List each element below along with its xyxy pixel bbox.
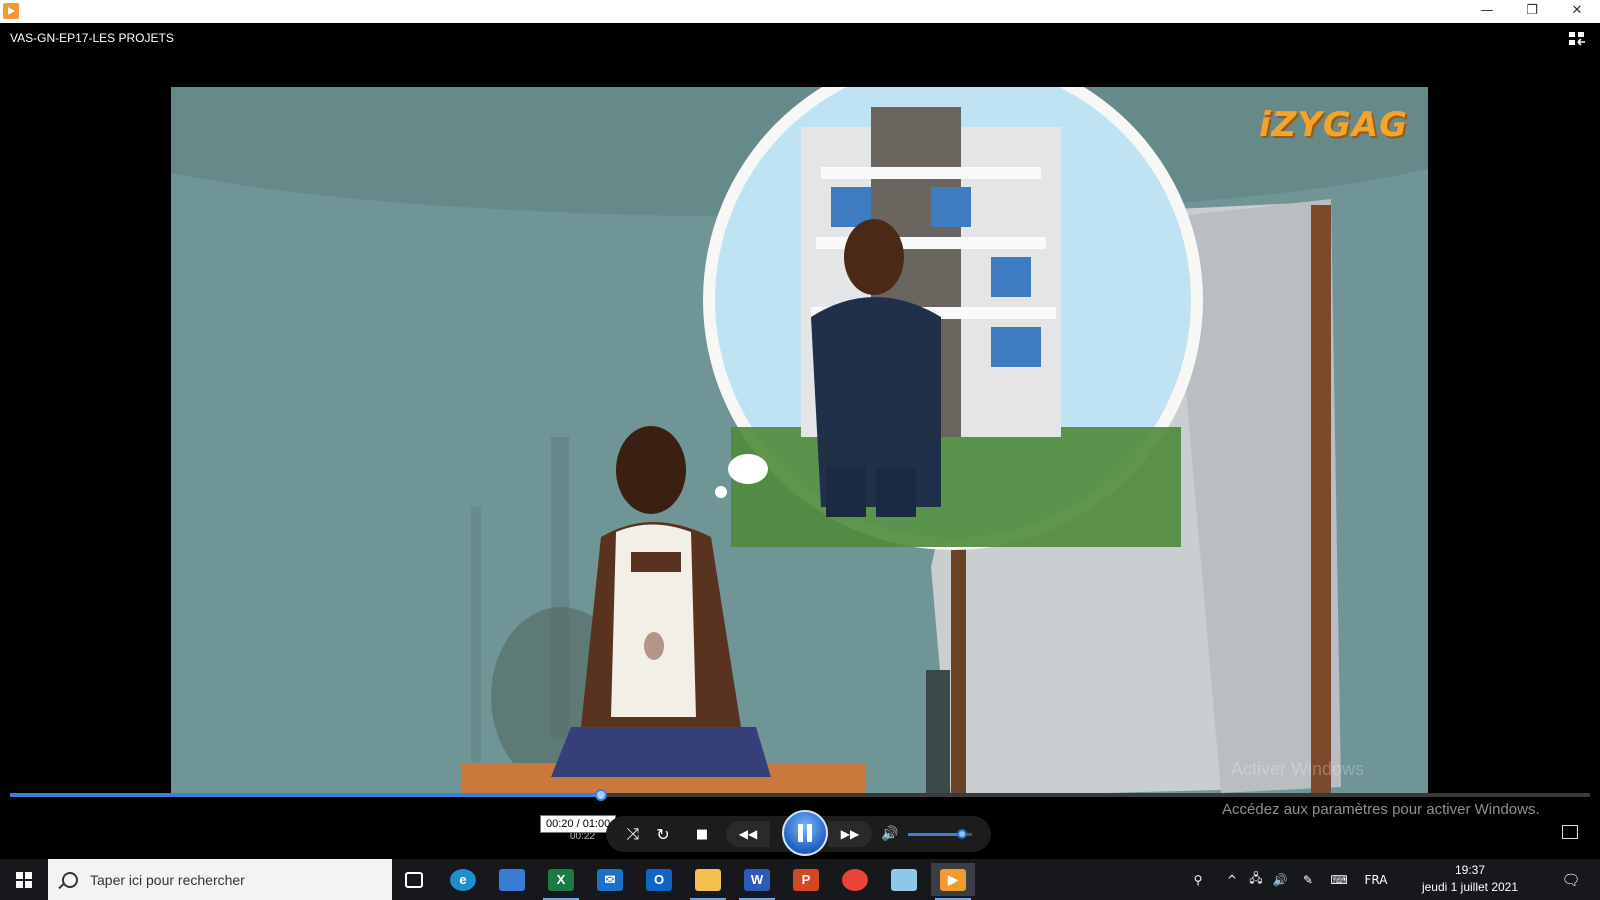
taskbar-word-icon[interactable]: W: [735, 863, 779, 900]
taskbar-edge-icon[interactable]: e: [441, 863, 485, 896]
video-frame[interactable]: iZYGAG Activer Windows: [171, 87, 1428, 797]
taskbar-search-box[interactable]: Taper ici pour rechercher: [48, 859, 392, 900]
video-scene: [171, 87, 1428, 797]
next-button[interactable]: ▶▶: [828, 821, 872, 847]
taskbar-clock[interactable]: 19:37 jeudi 1 juillet 2021: [1406, 862, 1534, 896]
pen-workspace-icon[interactable]: ✎: [1298, 859, 1318, 900]
previous-button[interactable]: ◀◀: [726, 821, 770, 847]
seek-bar[interactable]: [10, 789, 1590, 801]
taskbar-edge-glyph: e: [450, 868, 476, 891]
shuffle-button[interactable]: ⤨: [620, 816, 646, 852]
taskbar-task-view-icon[interactable]: [392, 863, 436, 896]
volume-level: [908, 833, 963, 836]
restore-button[interactable]: ❐: [1509, 0, 1555, 23]
clock-date: jeudi 1 juillet 2021: [1421, 880, 1519, 894]
volume-slider[interactable]: [908, 829, 972, 839]
channel-logo: iZYGAG: [1259, 105, 1409, 145]
network-icon[interactable]: 🖧: [1246, 859, 1266, 900]
taskbar-outlook-icon[interactable]: O: [637, 863, 681, 896]
taskbar-app-blue-icon[interactable]: [882, 863, 926, 896]
windows-activation-text: Accédez aux paramètres pour activer Wind…: [1222, 801, 1540, 818]
taskbar-chrome-icon[interactable]: [833, 863, 877, 896]
mute-button[interactable]: 🔊: [876, 816, 904, 852]
windows-logo-icon: [16, 871, 32, 888]
volume-tray-icon[interactable]: 🔊: [1270, 859, 1290, 900]
media-player: VAS-GN-EP17-LES PROJETS iZYGAG Activer W…: [0, 23, 1600, 859]
taskbar-powerpoint-glyph: P: [793, 868, 819, 891]
repeat-button[interactable]: ↻: [650, 816, 676, 852]
windows-taskbar: Taper ici pour rechercher e X ✉ O W P ▶ ⚲ ^ 🖧 …: [0, 859, 1600, 900]
seek-thumb[interactable]: [594, 789, 607, 801]
switch-to-now-playing-icon[interactable]: [1562, 825, 1578, 839]
switch-to-library-icon[interactable]: [1568, 31, 1586, 47]
start-button[interactable]: [0, 859, 48, 900]
seek-progress: [10, 793, 601, 797]
show-hidden-icons-chevron-icon[interactable]: ^: [1222, 859, 1242, 900]
clock-time: 19:37: [1454, 863, 1486, 877]
taskbar-media-player-icon[interactable]: ▶: [931, 863, 975, 900]
taskbar-outlook-glyph: O: [646, 868, 672, 891]
taskbar-excel-glyph: X: [548, 868, 574, 891]
taskbar-mail-icon[interactable]: ✉: [588, 863, 632, 896]
taskbar-store-icon[interactable]: [490, 863, 534, 896]
taskbar-word-glyph: W: [744, 868, 770, 891]
playback-controls: ⤨ ↻ ■ ◀◀ ▶▶ 🔊: [606, 810, 991, 856]
search-placeholder: Taper ici pour rechercher: [90, 871, 245, 888]
volume-thumb[interactable]: [957, 829, 968, 839]
taskbar-mail-glyph: ✉: [597, 868, 623, 891]
window-titlebar: — ❐ ✕: [0, 0, 1600, 23]
people-icon[interactable]: ⚲: [1184, 859, 1212, 900]
pause-button[interactable]: [782, 810, 828, 856]
taskbar-task-view-glyph: [405, 871, 423, 888]
action-center-icon[interactable]: 🗨: [1556, 859, 1586, 900]
taskbar-file-explorer-icon[interactable]: [686, 863, 730, 900]
taskbar-app-blue-glyph: [891, 868, 917, 891]
minimize-button[interactable]: —: [1464, 0, 1510, 23]
video-title: VAS-GN-EP17-LES PROJETS: [10, 31, 174, 45]
close-button[interactable]: ✕: [1554, 0, 1600, 23]
taskbar-chrome-glyph: [842, 868, 868, 891]
input-language[interactable]: FRA: [1360, 859, 1392, 900]
stop-button[interactable]: ■: [688, 816, 716, 852]
taskbar-excel-icon[interactable]: X: [539, 863, 583, 900]
taskbar-powerpoint-icon[interactable]: P: [784, 863, 828, 896]
search-icon: [62, 871, 78, 888]
taskbar-store-glyph: [499, 868, 525, 891]
media-player-app-icon: [3, 3, 19, 19]
windows-activation-watermark: Activer Windows: [1231, 759, 1365, 779]
taskbar-file-explorer-glyph: [695, 868, 721, 891]
taskbar-media-player-glyph: ▶: [940, 868, 966, 891]
seek-time-tooltip: 00:20 / 01:00: [540, 815, 617, 833]
touch-keyboard-icon[interactable]: ⌨: [1326, 859, 1352, 900]
